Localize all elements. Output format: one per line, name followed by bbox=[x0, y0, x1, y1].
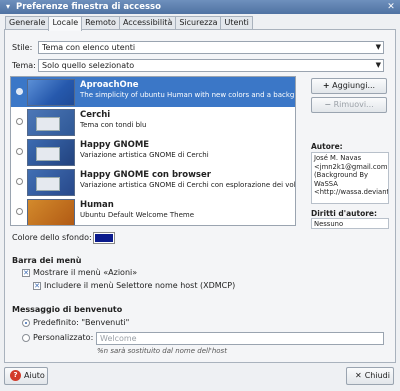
copyright-text: Nessuno bbox=[311, 218, 389, 229]
theme-row-aproachone[interactable]: AproachOne The simplicity of ubuntu Huma… bbox=[11, 77, 295, 107]
theme-row-cerchi[interactable]: Cerchi Tema con tondi blu bbox=[11, 107, 295, 137]
remove-theme-label: Rimuovi... bbox=[333, 100, 374, 109]
theme-radio[interactable] bbox=[16, 118, 23, 125]
window-close-icon[interactable]: ✕ bbox=[385, 1, 397, 13]
author-title: Autore: bbox=[311, 142, 343, 151]
menubar-heading: Barra dei menù bbox=[12, 256, 82, 265]
theme-name: Human bbox=[80, 200, 114, 210]
welcome-custom-label: Personalizzato: bbox=[33, 333, 94, 342]
theme-radio[interactable] bbox=[16, 88, 23, 95]
style-value: Tema con elenco utenti bbox=[42, 43, 136, 52]
remove-theme-button[interactable]: − Rimuovi... bbox=[311, 97, 387, 113]
theme-combobox[interactable]: Solo quello selezionato ▼ bbox=[38, 59, 384, 72]
help-label: Aiuto bbox=[24, 371, 45, 380]
chevron-down-icon: ▼ bbox=[375, 43, 381, 51]
welcome-custom-radio[interactable] bbox=[22, 334, 30, 342]
author-text: José M. Navas <jmn2k1@gmail.com> (Backgr… bbox=[311, 152, 389, 204]
theme-name: Happy GNOME bbox=[80, 140, 150, 150]
theme-thumbnail bbox=[27, 109, 75, 136]
window-menu-icon[interactable]: ▾ bbox=[3, 2, 13, 12]
theme-description: Variazione artistica GNOME di Cerchi bbox=[80, 151, 209, 159]
tab-generale[interactable]: Generale bbox=[5, 16, 50, 30]
welcome-hint: %n sarà sostituito dal nome dell'host bbox=[97, 347, 227, 355]
theme-name: AproachOne bbox=[80, 80, 139, 90]
tab-utenti[interactable]: Utenti bbox=[220, 16, 253, 30]
theme-thumbnail bbox=[27, 79, 75, 106]
welcome-default-radio[interactable] bbox=[22, 319, 30, 327]
close-button[interactable]: ✕ Chiudi bbox=[346, 367, 394, 385]
add-theme-label: Aggiungi... bbox=[332, 81, 376, 90]
background-color-button[interactable] bbox=[93, 232, 115, 244]
theme-description: Variazione artistica GNOME di Cerchi con… bbox=[80, 181, 296, 189]
theme-thumbnail bbox=[27, 169, 75, 196]
theme-description: Tema con tondi blu bbox=[80, 121, 147, 129]
close-icon: ✕ bbox=[355, 371, 362, 380]
theme-row-happy-gnome[interactable]: Happy GNOME Variazione artistica GNOME d… bbox=[11, 137, 295, 167]
show-actions-label: Mostrare il menù «Azioni» bbox=[33, 268, 138, 277]
theme-radio[interactable] bbox=[16, 208, 23, 215]
theme-description: Ubuntu Default Welcome Theme bbox=[80, 211, 195, 219]
theme-value: Solo quello selezionato bbox=[42, 61, 135, 70]
chevron-down-icon: ▼ bbox=[375, 61, 381, 69]
welcome-heading: Messaggio di benvenuto bbox=[12, 305, 123, 314]
theme-radio[interactable] bbox=[16, 148, 23, 155]
color-swatch-fill bbox=[95, 234, 113, 242]
tab-bar: Generale Locale Remoto Accessibilità Sic… bbox=[5, 16, 253, 31]
background-color-label: Colore dello sfondo: bbox=[12, 233, 92, 242]
theme-row-human[interactable]: Human Ubuntu Default Welcome Theme bbox=[11, 197, 295, 225]
help-icon: ? bbox=[10, 370, 21, 381]
theme-description: The simplicity of ubuntu Human with new … bbox=[80, 91, 295, 99]
theme-thumbnail bbox=[27, 199, 75, 225]
add-theme-button[interactable]: + Aggiungi... bbox=[311, 78, 387, 94]
copyright-title: Diritti d'autore: bbox=[311, 209, 378, 218]
theme-thumbnail bbox=[27, 139, 75, 166]
window-titlebar: ▾ Preferenze finestra di accesso ✕ bbox=[0, 0, 400, 14]
plus-icon: + bbox=[322, 81, 330, 90]
theme-list[interactable]: AproachOne The simplicity of ubuntu Huma… bbox=[10, 76, 296, 226]
theme-name: Happy GNOME con browser bbox=[80, 170, 211, 180]
window-title: Preferenze finestra di accesso bbox=[16, 2, 161, 12]
theme-row-happy-gnome-browser[interactable]: Happy GNOME con browser Variazione artis… bbox=[11, 167, 295, 197]
tab-accessibilita[interactable]: Accessibilità bbox=[118, 16, 177, 30]
include-host-checkbox[interactable]: ✕ bbox=[33, 282, 41, 290]
style-combobox[interactable]: Tema con elenco utenti ▼ bbox=[38, 41, 384, 54]
minus-icon: − bbox=[324, 100, 332, 109]
tab-remoto[interactable]: Remoto bbox=[81, 16, 120, 30]
show-actions-checkbox[interactable]: ✕ bbox=[22, 269, 30, 277]
welcome-custom-input[interactable]: Welcome bbox=[96, 332, 384, 345]
welcome-default-label: Predefinito: "Benvenuti" bbox=[33, 318, 130, 327]
theme-label: Tema: bbox=[12, 61, 36, 70]
theme-name: Cerchi bbox=[80, 110, 111, 120]
tab-locale[interactable]: Locale bbox=[48, 16, 83, 31]
help-button[interactable]: ? Aiuto bbox=[4, 367, 48, 385]
theme-radio[interactable] bbox=[16, 178, 23, 185]
tab-sicurezza[interactable]: Sicurezza bbox=[175, 16, 222, 30]
include-host-label: Includere il menù Selettore nome host (X… bbox=[44, 281, 236, 290]
close-label: Chiudi bbox=[364, 371, 390, 380]
style-label: Stile: bbox=[12, 43, 33, 52]
